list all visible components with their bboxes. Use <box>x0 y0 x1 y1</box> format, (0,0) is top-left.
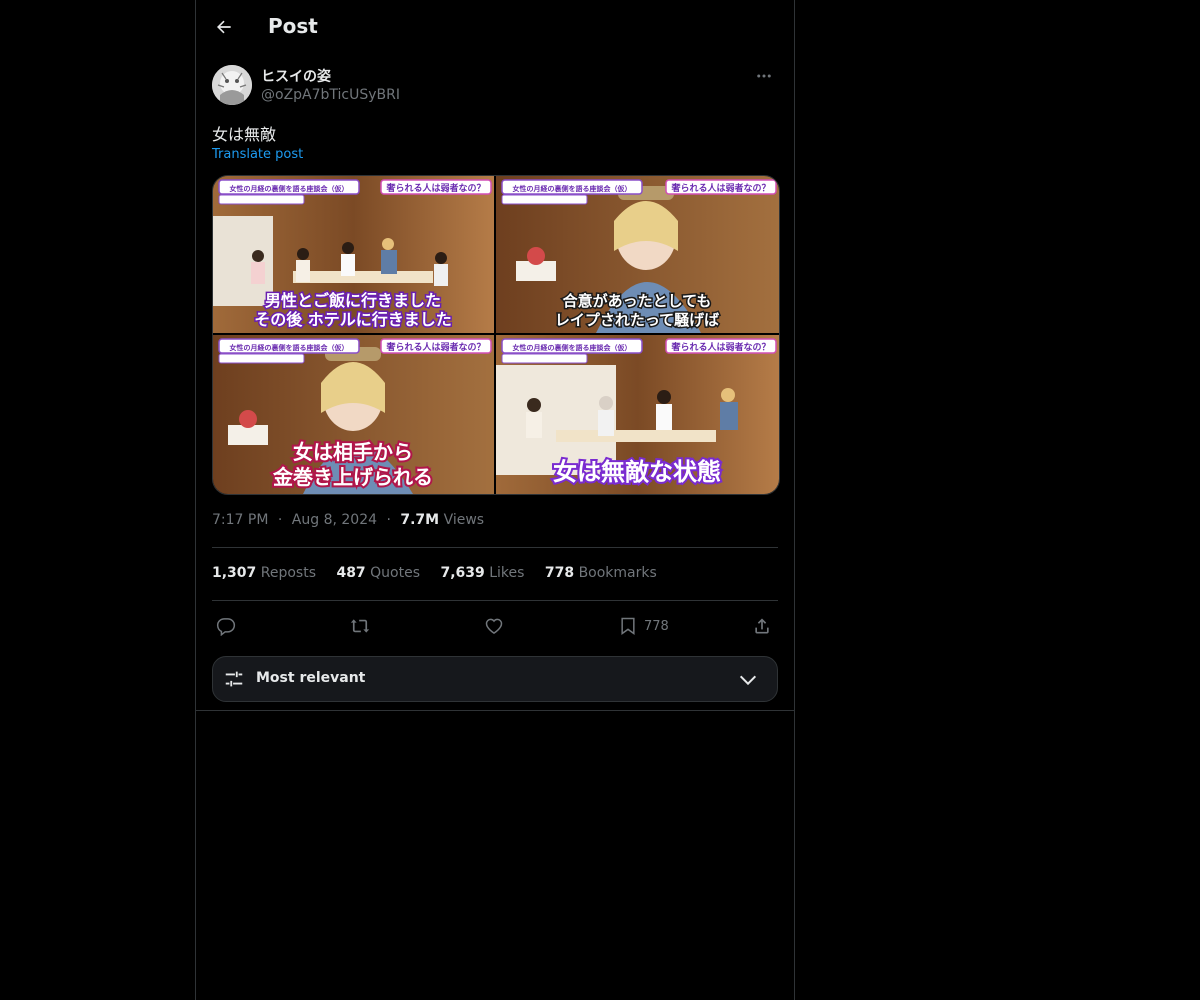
post-author: ヒスイの姿 @oZpA7bTicUSyBRI <box>212 64 778 108</box>
author-handle[interactable]: @oZpA7bTicUSyBRI <box>261 87 400 103</box>
action-bar: 778 <box>212 612 778 640</box>
media-3-subtitle-2: 金巻き上げられる <box>272 465 433 489</box>
meta-separator: · <box>277 512 283 528</box>
like-icon <box>485 618 503 634</box>
media-image-2[interactable]: 奢られる人は弱者なの？ 女性の月経の裏側を語る座談会（仮） 合意があったとしても… <box>496 176 779 333</box>
reposts-count: 1,307 <box>212 565 257 581</box>
likes-label: Likes <box>489 565 525 581</box>
divider <box>212 600 778 601</box>
bookmarks-label: Bookmarks <box>578 565 657 581</box>
author-display-name[interactable]: ヒスイの姿 <box>261 66 331 86</box>
reply-button[interactable] <box>216 612 236 640</box>
media-image-3[interactable]: 奢られる人は弱者なの？ 女性の月経の裏側を語る座談会（仮） 女は相手から 金巻き… <box>213 335 494 494</box>
divider <box>212 547 778 548</box>
translate-post-link[interactable]: Translate post <box>212 147 303 162</box>
likes-count: 7,639 <box>440 565 485 581</box>
quotes-stat[interactable]: 487 Quotes <box>336 565 420 581</box>
media-2-topleft-caption: 女性の月経の裏側を語る座談会（仮） <box>513 184 632 193</box>
page-header: Post <box>196 0 794 54</box>
media-image-1[interactable]: 奢られる人は弱者なの？ 女性の月経の裏側を語る座談会（仮） 男性とご飯に行きまし… <box>213 176 494 333</box>
bookmark-icon <box>621 617 635 635</box>
post-column: Post ヒスイの姿 @oZpA7bTicUSyBRI 女は無敵 Transla… <box>195 0 795 1000</box>
quotes-count: 487 <box>336 565 366 581</box>
avatar[interactable] <box>212 65 252 105</box>
media-4-topright-caption: 奢られる人は弱者なの？ <box>670 341 770 353</box>
media-4-topleft-caption: 女性の月経の裏側を語る座談会（仮） <box>513 343 632 352</box>
chevron-down-icon <box>739 675 757 686</box>
media-2-subtitle-1: 合意があったとしても <box>562 292 712 310</box>
divider <box>196 710 794 711</box>
share-button[interactable] <box>752 612 772 640</box>
meta-separator: · <box>386 512 391 528</box>
media-3-topleft-caption: 女性の月経の裏側を語る座談会（仮） <box>230 343 349 352</box>
like-button[interactable] <box>484 612 504 640</box>
bookmarks-stat[interactable]: 778 Bookmarks <box>545 565 657 581</box>
media-2-topright-caption: 奢られる人は弱者なの？ <box>670 182 770 194</box>
reply-sort-dropdown[interactable]: Most relevant <box>212 656 778 702</box>
post-time[interactable]: 7:17 PM <box>212 512 268 528</box>
media-2-subtitle-2: レイプされたって騒げば <box>555 311 719 329</box>
post-stats: 1,307 Reposts 487 Quotes 7,639 Likes 778… <box>212 565 673 581</box>
media-1-topleft-caption: 女性の月経の裏側を語る座談会（仮） <box>230 184 349 193</box>
quotes-label: Quotes <box>370 565 420 581</box>
sliders-icon <box>225 671 243 687</box>
post-text: 女は無敵 <box>212 125 277 144</box>
bookmark-button[interactable]: 778 <box>618 612 669 640</box>
post-date[interactable]: Aug 8, 2024 <box>292 512 377 528</box>
sort-label: Most relevant <box>256 670 366 686</box>
media-3-subtitle-1: 女は相手から <box>293 440 413 464</box>
views-label: Views <box>443 512 485 528</box>
media-1-topright-caption: 奢られる人は弱者なの？ <box>385 182 485 194</box>
media-grid: 奢られる人は弱者なの？ 女性の月経の裏側を語る座談会（仮） 男性とご飯に行きまし… <box>212 175 780 495</box>
media-1-subtitle-2: その後 ホテルに行きました <box>254 310 452 329</box>
repost-button[interactable] <box>350 612 370 640</box>
bookmark-count: 778 <box>644 618 669 634</box>
reposts-stat[interactable]: 1,307 Reposts <box>212 565 316 581</box>
reply-icon <box>216 618 236 636</box>
more-icon <box>757 74 771 78</box>
media-1-subtitle-1: 男性とご飯に行きました <box>265 291 441 310</box>
media-4-subtitle-1: 女は無敵な状態 <box>553 458 721 486</box>
back-arrow-icon <box>217 20 231 34</box>
media-3-topright-caption: 奢られる人は弱者なの？ <box>385 341 485 353</box>
likes-stat[interactable]: 7,639 Likes <box>440 565 524 581</box>
page-title: Post <box>268 14 318 38</box>
bookmarks-count: 778 <box>544 565 575 581</box>
back-button[interactable] <box>208 11 240 43</box>
views-count: 7.7M <box>400 512 440 528</box>
post-meta: 7:17 PM · Aug 8, 2024 · 7.7M Views <box>212 512 484 528</box>
reposts-label: Reposts <box>260 565 316 581</box>
media-image-4[interactable]: 奢られる人は弱者なの？ 女性の月経の裏側を語る座談会（仮） 女は無敵な状態 <box>496 335 779 494</box>
more-button[interactable] <box>752 64 776 88</box>
share-icon <box>755 618 769 634</box>
repost-icon <box>350 619 370 633</box>
